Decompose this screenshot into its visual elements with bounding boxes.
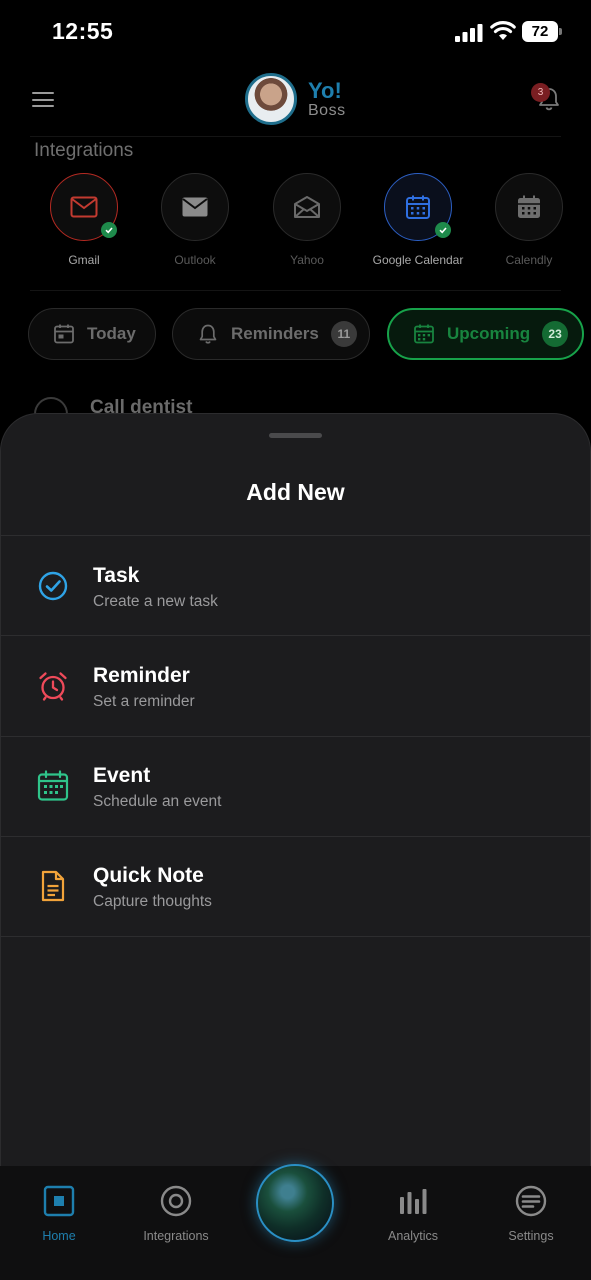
integration-google-calendar[interactable] — [383, 173, 453, 241]
option-subtitle: Set a reminder — [93, 693, 195, 710]
open-mail-icon — [294, 196, 320, 218]
calendar-icon — [518, 195, 540, 218]
option-reminder[interactable]: Reminder Set a reminder — [0, 636, 591, 736]
menu-icon[interactable] — [32, 92, 54, 107]
nav-label: Analytics — [387, 1229, 439, 1243]
nav-label: Integrations — [143, 1229, 209, 1243]
battery-level: 72 — [522, 21, 558, 42]
nav-home[interactable]: Home — [4, 1184, 114, 1243]
integration-gmail[interactable] — [49, 173, 119, 241]
calendar-icon — [37, 770, 69, 801]
filter-label: Upcoming — [447, 324, 531, 343]
integration-label: Google Calendar — [372, 253, 464, 267]
calendar-icon — [414, 324, 434, 344]
nav-label: Settings — [508, 1229, 554, 1243]
mail-icon — [182, 197, 208, 217]
status-bar: 12:55 72 — [0, 0, 591, 64]
integration-label: Yahoo — [290, 253, 324, 267]
filter-upcoming[interactable]: Upcoming 23 — [387, 308, 584, 360]
nav-integrations[interactable]: Integrations — [121, 1184, 231, 1243]
integration-label: Calendly — [505, 253, 553, 267]
connected-check-icon — [435, 222, 451, 238]
option-title: Event — [93, 764, 151, 787]
option-subtitle: Create a new task — [93, 593, 218, 610]
integration-outlook[interactable] — [160, 173, 230, 241]
filter-label: Today — [87, 324, 136, 343]
avatar[interactable] — [245, 73, 297, 125]
cellular-signal-icon — [455, 24, 483, 42]
divider — [30, 136, 561, 137]
connected-check-icon — [101, 222, 117, 238]
filter-reminders[interactable]: Reminders 11 — [172, 308, 370, 360]
mail-icon — [70, 196, 98, 218]
option-event[interactable]: Event Schedule an event — [0, 736, 591, 836]
filter-today[interactable]: Today — [28, 308, 156, 360]
integration-label: Outlook — [174, 253, 216, 267]
option-title: Reminder — [93, 664, 190, 687]
alarm-clock-icon — [39, 672, 67, 701]
nav-label: Home — [42, 1229, 76, 1243]
calendar-icon — [54, 324, 74, 344]
calendar-icon — [406, 195, 430, 219]
settings-icon — [515, 1185, 547, 1217]
wifi-icon — [490, 21, 516, 40]
option-title: Quick Note — [93, 864, 204, 887]
greeting: Yo! — [308, 78, 342, 103]
filter-label: Reminders — [231, 324, 319, 343]
sheet-drag-handle[interactable] — [269, 433, 322, 438]
assistant-orb-button[interactable] — [256, 1164, 334, 1242]
clock: 12:55 — [52, 18, 114, 44]
user-name: Boss — [308, 102, 346, 119]
target-icon — [160, 1185, 192, 1217]
option-task[interactable]: Task Create a new task — [0, 536, 591, 636]
battery-indicator: 72 — [522, 21, 562, 42]
document-icon — [41, 870, 65, 902]
integration-yahoo[interactable] — [272, 173, 342, 241]
count-badge: 23 — [542, 321, 569, 347]
count-badge: 11 — [330, 321, 357, 347]
home-icon — [43, 1185, 75, 1217]
sheet-title: Add New — [246, 479, 345, 505]
integration-label: Gmail — [68, 253, 100, 267]
option-subtitle: Schedule an event — [93, 793, 222, 810]
nav-analytics[interactable]: Analytics — [358, 1184, 468, 1243]
divider — [0, 936, 591, 937]
option-subtitle: Capture thoughts — [93, 893, 212, 910]
bell-icon — [199, 324, 217, 344]
check-circle-icon — [38, 571, 68, 601]
nav-settings[interactable]: Settings — [476, 1184, 586, 1243]
option-quick-note[interactable]: Quick Note Capture thoughts — [0, 836, 591, 936]
notification-badge: 3 — [531, 83, 550, 102]
section-title: Integrations — [34, 140, 134, 161]
integration-calendly[interactable] — [494, 173, 564, 241]
bar-chart-icon — [400, 1189, 427, 1214]
divider — [30, 290, 561, 291]
option-title: Task — [93, 564, 140, 587]
